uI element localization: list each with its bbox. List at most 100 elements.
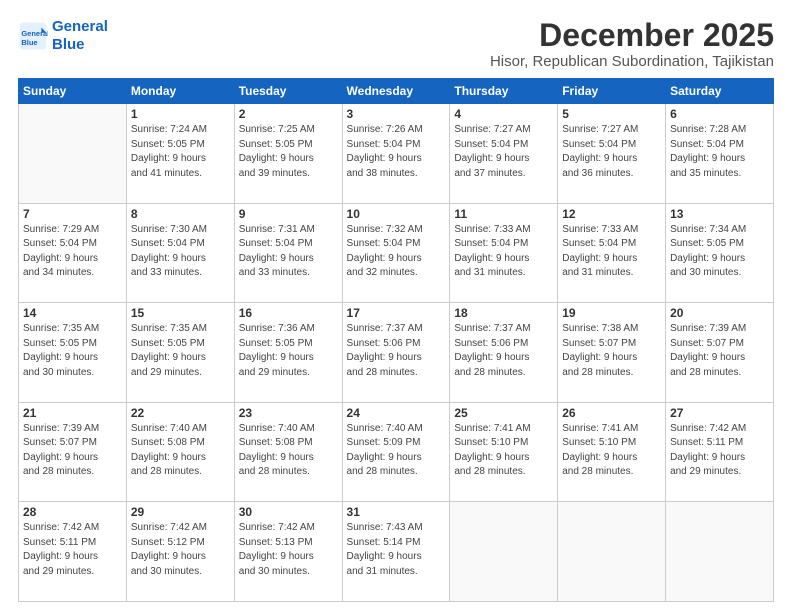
- day-number: 18: [454, 306, 553, 320]
- logo-text: GeneralBlue: [52, 18, 108, 54]
- calendar-cell: 17 Sunrise: 7:37 AMSunset: 5:06 PMDayligh…: [342, 303, 450, 403]
- calendar-cell: 25 Sunrise: 7:41 AMSunset: 5:10 PMDayligh…: [450, 402, 558, 502]
- day-info: Sunrise: 7:33 AMSunset: 5:04 PMDaylight:…: [454, 223, 553, 281]
- calendar-table: SundayMondayTuesdayWednesdayThursdayFrid…: [18, 78, 774, 602]
- calendar-week-row: 28 Sunrise: 7:42 AMSunset: 5:11 PMDayligh…: [19, 502, 774, 602]
- calendar-week-row: 21 Sunrise: 7:39 AMSunset: 5:07 PMDayligh…: [19, 402, 774, 502]
- day-number: 4: [454, 107, 553, 121]
- calendar-cell: 28 Sunrise: 7:42 AMSunset: 5:11 PMDayligh…: [19, 502, 127, 602]
- calendar-cell: 8 Sunrise: 7:30 AMSunset: 5:04 PMDaylight…: [126, 203, 234, 303]
- day-info: Sunrise: 7:42 AMSunset: 5:11 PMDaylight:…: [23, 521, 122, 579]
- calendar-cell: 20 Sunrise: 7:39 AMSunset: 5:07 PMDayligh…: [666, 303, 774, 403]
- calendar-header-row: SundayMondayTuesdayWednesdayThursdayFrid…: [19, 79, 774, 104]
- day-info: Sunrise: 7:41 AMSunset: 5:10 PMDaylight:…: [562, 422, 661, 480]
- day-info: Sunrise: 7:42 AMSunset: 5:11 PMDaylight:…: [670, 422, 769, 480]
- calendar-cell: 10 Sunrise: 7:32 AMSunset: 5:04 PMDayligh…: [342, 203, 450, 303]
- day-number: 17: [347, 306, 446, 320]
- calendar-cell: 31 Sunrise: 7:43 AMSunset: 5:14 PMDayligh…: [342, 502, 450, 602]
- day-info: Sunrise: 7:43 AMSunset: 5:14 PMDaylight:…: [347, 521, 446, 579]
- calendar-cell: 30Sunrise: 7:42 AMSunset: 5:13 PMDayligh…: [234, 502, 342, 602]
- calendar-day-header: Sunday: [19, 79, 127, 104]
- header: General Blue GeneralBlue December 2025 H…: [18, 18, 774, 70]
- day-info: Sunrise: 7:27 AMSunset: 5:04 PMDaylight:…: [454, 123, 553, 181]
- day-number: 16: [239, 306, 338, 320]
- day-info: Sunrise: 7:31 AMSunset: 5:04 PMDaylight:…: [239, 223, 338, 281]
- day-number: 31: [347, 505, 446, 519]
- day-number: 2: [239, 107, 338, 121]
- calendar-cell: 27 Sunrise: 7:42 AMSunset: 5:11 PMDayligh…: [666, 402, 774, 502]
- day-number: 28: [23, 505, 122, 519]
- day-number: 1: [131, 107, 230, 121]
- day-number: 27: [670, 406, 769, 420]
- day-info: Sunrise: 7:35 AMSunset: 5:05 PMDaylight:…: [23, 322, 122, 380]
- calendar-cell: 24 Sunrise: 7:40 AMSunset: 5:09 PMDayligh…: [342, 402, 450, 502]
- calendar-cell: 21 Sunrise: 7:39 AMSunset: 5:07 PMDayligh…: [19, 402, 127, 502]
- day-info: Sunrise: 7:35 AMSunset: 5:05 PMDaylight:…: [131, 322, 230, 380]
- calendar-cell: 29Sunrise: 7:42 AMSunset: 5:12 PMDayligh…: [126, 502, 234, 602]
- calendar-day-header: Wednesday: [342, 79, 450, 104]
- day-info: Sunrise: 7:41 AMSunset: 5:10 PMDaylight:…: [454, 422, 553, 480]
- calendar-week-row: 7 Sunrise: 7:29 AMSunset: 5:04 PMDaylight…: [19, 203, 774, 303]
- day-number: 19: [562, 306, 661, 320]
- calendar-cell: [558, 502, 666, 602]
- day-info: Sunrise: 7:37 AMSunset: 5:06 PMDaylight:…: [347, 322, 446, 380]
- day-info: Sunrise: 7:34 AMSunset: 5:05 PMDaylight:…: [670, 223, 769, 281]
- calendar-cell: [19, 104, 127, 204]
- day-info: Sunrise: 7:38 AMSunset: 5:07 PMDaylight:…: [562, 322, 661, 380]
- calendar-cell: 2Sunrise: 7:25 AMSunset: 5:05 PMDaylight…: [234, 104, 342, 204]
- logo: General Blue GeneralBlue: [18, 18, 108, 54]
- calendar-cell: 4 Sunrise: 7:27 AMSunset: 5:04 PMDaylight…: [450, 104, 558, 204]
- day-info: Sunrise: 7:27 AMSunset: 5:04 PMDaylight:…: [562, 123, 661, 181]
- day-info: Sunrise: 7:26 AMSunset: 5:04 PMDaylight:…: [347, 123, 446, 181]
- day-number: 21: [23, 406, 122, 420]
- day-info: Sunrise: 7:29 AMSunset: 5:04 PMDaylight:…: [23, 223, 122, 281]
- day-number: 12: [562, 207, 661, 221]
- day-info: Sunrise: 7:39 AMSunset: 5:07 PMDaylight:…: [670, 322, 769, 380]
- calendar-cell: 14Sunrise: 7:35 AMSunset: 5:05 PMDayligh…: [19, 303, 127, 403]
- calendar-day-header: Monday: [126, 79, 234, 104]
- day-number: 22: [131, 406, 230, 420]
- calendar-day-header: Friday: [558, 79, 666, 104]
- day-info: Sunrise: 7:33 AMSunset: 5:04 PMDaylight:…: [562, 223, 661, 281]
- calendar-cell: 22 Sunrise: 7:40 AMSunset: 5:08 PMDayligh…: [126, 402, 234, 502]
- day-info: Sunrise: 7:40 AMSunset: 5:08 PMDaylight:…: [131, 422, 230, 480]
- day-number: 10: [347, 207, 446, 221]
- calendar-cell: [450, 502, 558, 602]
- calendar-body: 1 Sunrise: 7:24 AMSunset: 5:05 PMDaylight…: [19, 104, 774, 602]
- logo-icon: General Blue: [18, 21, 48, 51]
- calendar-cell: 13Sunrise: 7:34 AMSunset: 5:05 PMDayligh…: [666, 203, 774, 303]
- day-number: 5: [562, 107, 661, 121]
- day-number: 9: [239, 207, 338, 221]
- calendar-day-header: Tuesday: [234, 79, 342, 104]
- day-number: 3: [347, 107, 446, 121]
- day-number: 8: [131, 207, 230, 221]
- day-number: 11: [454, 207, 553, 221]
- svg-text:Blue: Blue: [21, 38, 37, 47]
- day-number: 23: [239, 406, 338, 420]
- main-title: December 2025: [490, 18, 774, 53]
- day-info: Sunrise: 7:40 AMSunset: 5:08 PMDaylight:…: [239, 422, 338, 480]
- calendar-cell: 5 Sunrise: 7:27 AMSunset: 5:04 PMDaylight…: [558, 104, 666, 204]
- day-number: 20: [670, 306, 769, 320]
- day-info: Sunrise: 7:37 AMSunset: 5:06 PMDaylight:…: [454, 322, 553, 380]
- day-number: 30: [239, 505, 338, 519]
- page: General Blue GeneralBlue December 2025 H…: [0, 0, 792, 612]
- calendar-cell: 18 Sunrise: 7:37 AMSunset: 5:06 PMDayligh…: [450, 303, 558, 403]
- calendar-cell: [666, 502, 774, 602]
- calendar-cell: 12 Sunrise: 7:33 AMSunset: 5:04 PMDayligh…: [558, 203, 666, 303]
- calendar-week-row: 1 Sunrise: 7:24 AMSunset: 5:05 PMDaylight…: [19, 104, 774, 204]
- calendar-cell: 23 Sunrise: 7:40 AMSunset: 5:08 PMDayligh…: [234, 402, 342, 502]
- day-info: Sunrise: 7:32 AMSunset: 5:04 PMDaylight:…: [347, 223, 446, 281]
- day-number: 7: [23, 207, 122, 221]
- title-block: December 2025 Hisor, Republican Subordin…: [490, 18, 774, 70]
- day-info: Sunrise: 7:40 AMSunset: 5:09 PMDaylight:…: [347, 422, 446, 480]
- day-info: Sunrise: 7:24 AMSunset: 5:05 PMDaylight:…: [131, 123, 230, 181]
- day-info: Sunrise: 7:30 AMSunset: 5:04 PMDaylight:…: [131, 223, 230, 281]
- day-number: 24: [347, 406, 446, 420]
- calendar-day-header: Thursday: [450, 79, 558, 104]
- day-info: Sunrise: 7:39 AMSunset: 5:07 PMDaylight:…: [23, 422, 122, 480]
- calendar-week-row: 14Sunrise: 7:35 AMSunset: 5:05 PMDayligh…: [19, 303, 774, 403]
- sub-title: Hisor, Republican Subordination, Tajikis…: [490, 53, 774, 70]
- day-number: 25: [454, 406, 553, 420]
- calendar-cell: 1 Sunrise: 7:24 AMSunset: 5:05 PMDaylight…: [126, 104, 234, 204]
